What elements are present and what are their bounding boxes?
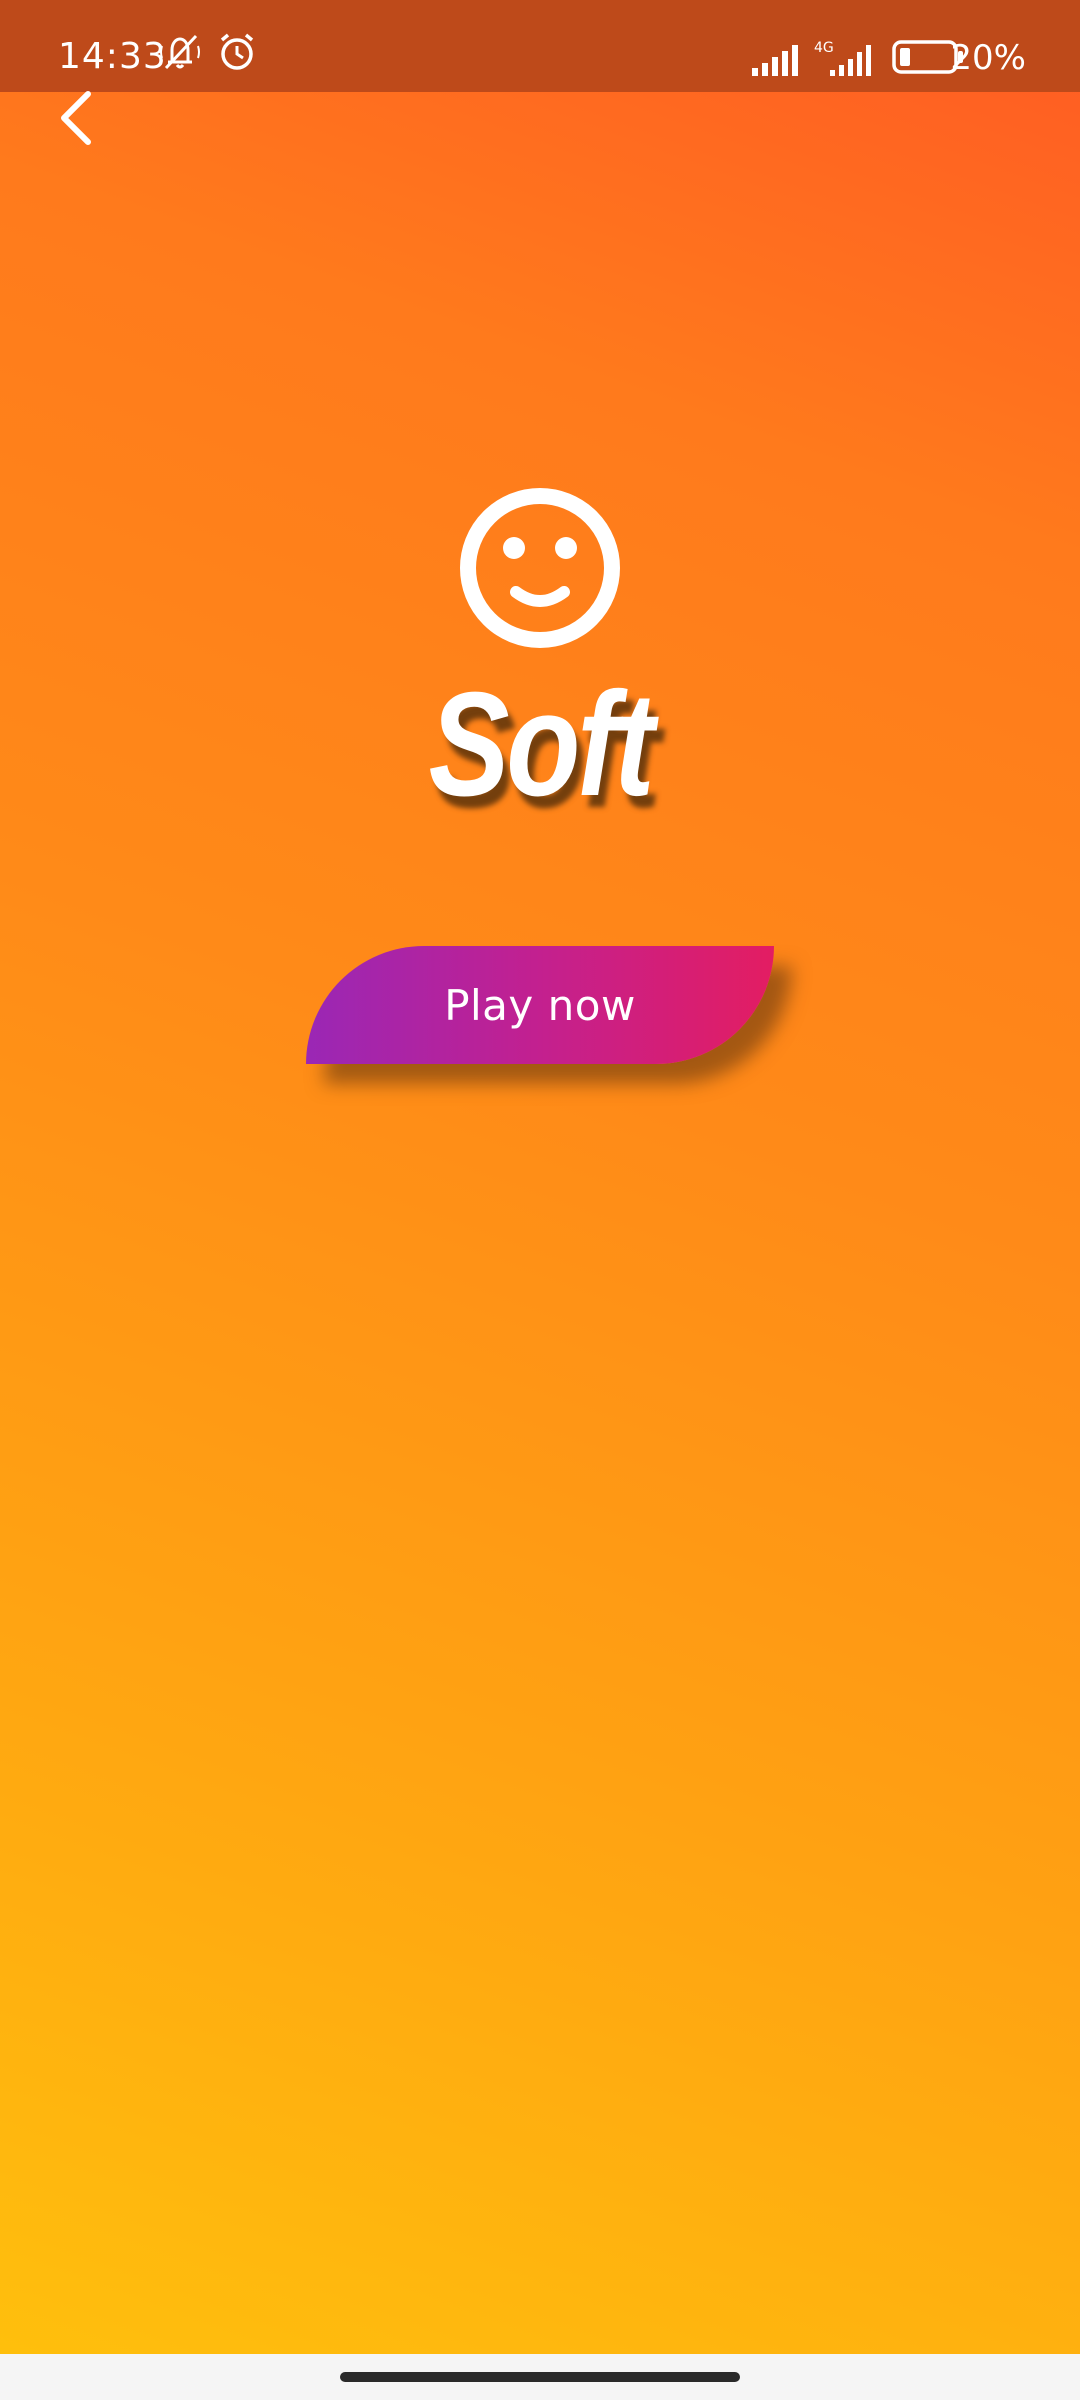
back-button[interactable]: [40, 82, 112, 154]
play-now-label: Play now: [444, 980, 636, 1030]
signal-icon: [750, 44, 802, 80]
status-bar: 14:33 4G 20%: [0, 0, 1080, 92]
status-time: 14:33: [58, 36, 167, 77]
signal-4g-icon: 4G: [812, 38, 882, 82]
battery-percent: 20%: [950, 38, 1026, 78]
alarm-icon: [216, 32, 258, 76]
muted-notification-icon: [158, 32, 202, 76]
page-title: Soft: [428, 662, 655, 827]
chevron-left-icon: [61, 91, 91, 145]
home-indicator[interactable]: [340, 2372, 740, 2382]
play-now-button[interactable]: Play now: [306, 946, 774, 1064]
svg-text:4G: 4G: [814, 40, 834, 56]
smiley-face-icon: [458, 486, 622, 650]
